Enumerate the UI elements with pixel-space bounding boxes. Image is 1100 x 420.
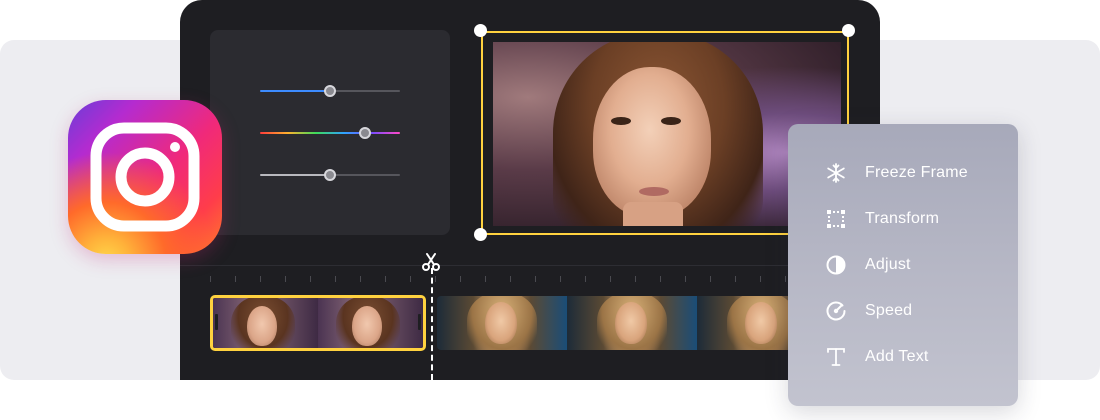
ruler-tick	[635, 276, 636, 282]
clip-thumbnail	[567, 296, 697, 350]
menu-item-label: Transform	[865, 210, 940, 227]
contrast-icon	[824, 253, 848, 277]
ruler-tick	[335, 276, 336, 282]
ruler-tick	[410, 276, 411, 282]
gray-slider-knob[interactable]	[324, 169, 336, 181]
ruler-tick	[210, 276, 211, 282]
ruler-tick	[760, 276, 761, 282]
ruler-tick	[310, 276, 311, 282]
ruler-tick	[235, 276, 236, 282]
text-icon	[824, 345, 848, 369]
snowflake-icon	[824, 161, 848, 185]
ruler-tick	[660, 276, 661, 282]
menu-item-add-text[interactable]: Add Text	[824, 342, 929, 372]
adjust-panel	[210, 30, 450, 235]
ruler-tick	[610, 276, 611, 282]
speed-gauge-icon	[824, 299, 848, 323]
ruler-tick	[385, 276, 386, 282]
clip-trim-handle-left[interactable]	[215, 314, 218, 330]
ruler-tick	[435, 276, 436, 282]
menu-item-transform[interactable]: Transform	[824, 204, 939, 234]
resize-handle-top-left[interactable]	[474, 24, 487, 37]
menu-item-speed[interactable]: Speed	[824, 296, 912, 326]
rainbow-slider-knob[interactable]	[359, 127, 371, 139]
menu-item-label: Adjust	[865, 256, 911, 273]
menu-item-freeze-frame[interactable]: Freeze Frame	[824, 158, 968, 188]
resize-handle-bottom-left[interactable]	[474, 228, 487, 241]
playhead[interactable]	[431, 268, 433, 380]
timeline-divider	[180, 265, 880, 266]
context-menu: Freeze Frame Transform Adjust Speed Add …	[788, 124, 1018, 406]
ruler-tick	[535, 276, 536, 282]
ruler-tick	[285, 276, 286, 282]
ruler-tick	[685, 276, 686, 282]
video-clip-1-selected[interactable]	[210, 295, 426, 351]
resize-handle-top-right[interactable]	[842, 24, 855, 37]
timeline-ruler[interactable]	[210, 276, 811, 282]
ruler-tick	[460, 276, 461, 282]
clip-thumbnail	[437, 296, 567, 350]
ruler-tick	[510, 276, 511, 282]
ruler-tick	[485, 276, 486, 282]
clip-thumbnail	[318, 298, 423, 348]
blue-slider[interactable]	[260, 85, 400, 97]
ruler-tick	[560, 276, 561, 282]
ruler-tick	[585, 276, 586, 282]
ruler-tick	[735, 276, 736, 282]
ruler-tick	[260, 276, 261, 282]
menu-item-label: Freeze Frame	[865, 164, 968, 181]
menu-item-label: Speed	[865, 302, 913, 319]
instagram-logo	[68, 100, 222, 254]
clip-thumbnail	[213, 298, 318, 348]
blue-slider-knob[interactable]	[324, 85, 336, 97]
clip-trim-handle-right[interactable]	[418, 314, 421, 330]
menu-item-label: Add Text	[865, 348, 929, 365]
ruler-tick	[360, 276, 361, 282]
menu-item-adjust[interactable]: Adjust	[824, 250, 911, 280]
ruler-tick	[710, 276, 711, 282]
rainbow-slider[interactable]	[260, 127, 400, 139]
ruler-tick	[785, 276, 786, 282]
gray-slider[interactable]	[260, 169, 400, 181]
scissors-icon[interactable]	[420, 251, 442, 273]
transform-frame-icon	[824, 207, 848, 231]
